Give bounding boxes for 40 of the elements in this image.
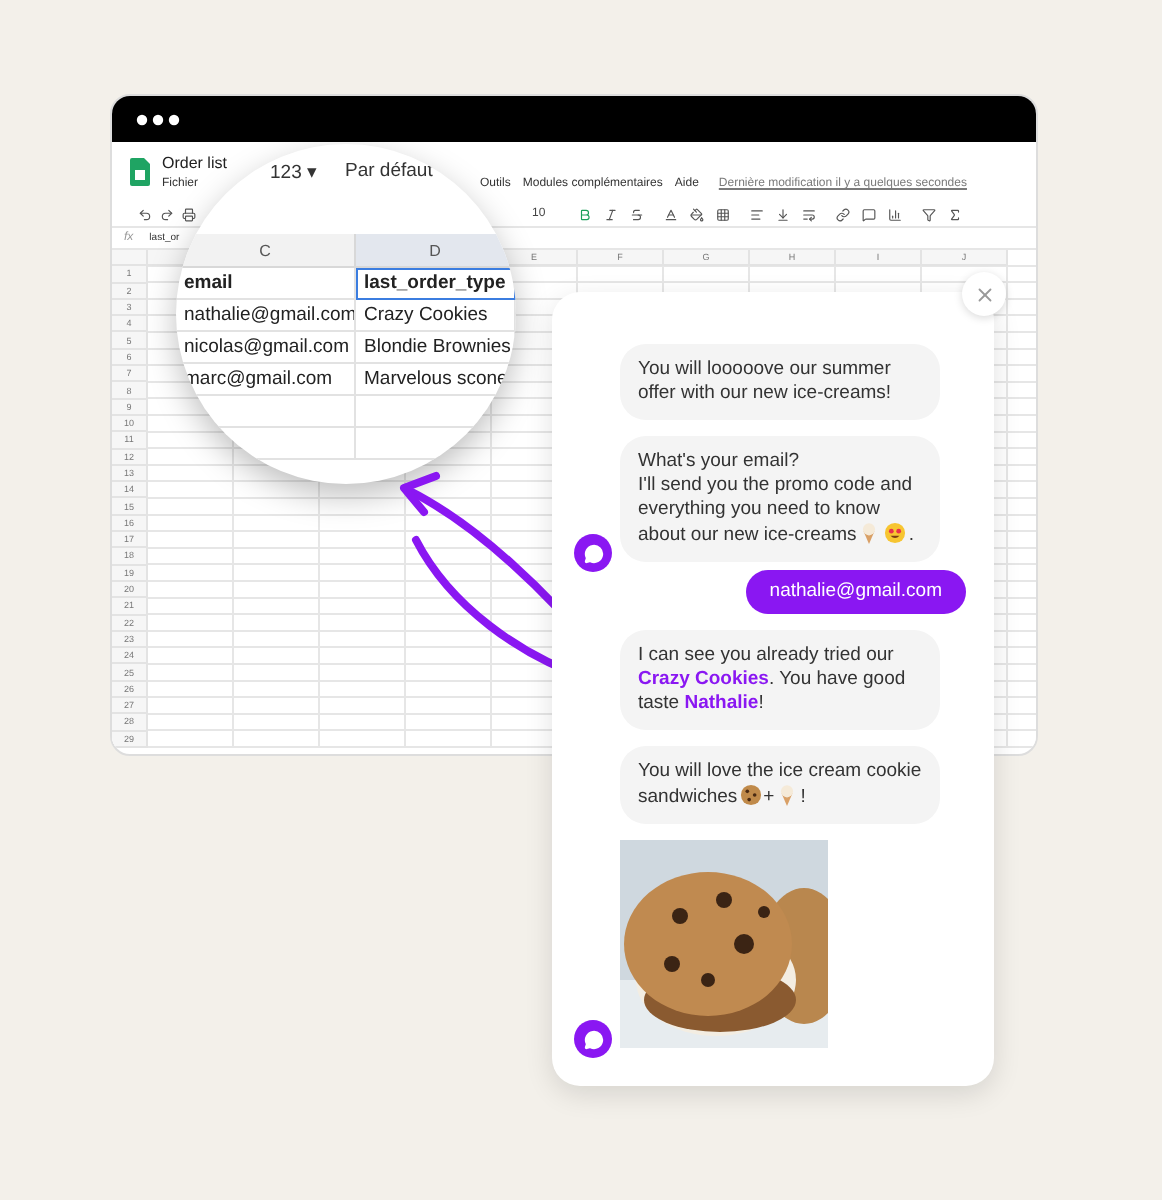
table-cell: last_order_type	[356, 268, 516, 300]
text-color-icon[interactable]	[663, 207, 678, 221]
bold-icon[interactable]	[577, 207, 592, 221]
bot-message: You will love the ice cream cookie sandwiches + !	[620, 746, 940, 824]
table-cell: Crazy Cookies	[356, 300, 516, 332]
align-bottom-icon[interactable]	[775, 207, 790, 221]
bot-message: I can see you already tried our Crazy Cookies. You have good taste Nathalie!	[620, 630, 940, 730]
chat-avatar-icon	[574, 1020, 612, 1058]
cookie-icon	[739, 784, 762, 806]
font-button[interactable]: Par défaut	[345, 160, 433, 182]
italic-icon[interactable]	[603, 207, 618, 221]
bot-message: What's your email? I'll send you the promo code and everything you need to know about our new ice-creams .	[620, 436, 940, 562]
link-icon[interactable]	[835, 207, 850, 221]
filter-icon[interactable]	[921, 207, 936, 221]
user-message: nathalie@gmail.com	[745, 570, 966, 614]
window-dots-icon	[136, 113, 180, 125]
close-icon	[973, 283, 995, 305]
redo-icon[interactable]	[160, 207, 174, 221]
table-cell: nicolas@gmail.com	[176, 332, 356, 364]
table-cell: marc@gmail.com	[176, 364, 356, 396]
sheets-icon	[130, 158, 150, 186]
chat-avatar-icon	[574, 534, 612, 572]
print-icon[interactable]	[182, 207, 196, 221]
chart-icon[interactable]	[887, 207, 902, 221]
ice-cream-icon	[858, 522, 881, 544]
number-format-button[interactable]: 123 ▾	[270, 160, 317, 184]
wrap-text-icon[interactable]	[801, 207, 816, 221]
paint-bucket-icon[interactable]	[689, 207, 704, 221]
borders-icon[interactable]	[715, 207, 730, 221]
smiley-icon	[884, 522, 907, 544]
ice-cream-icon	[776, 784, 799, 806]
bot-message: You will looooove our summer offer with our new ice-creams!	[620, 344, 940, 420]
align-left-icon[interactable]	[749, 207, 764, 221]
table-cell: Blondie Brownies	[356, 332, 516, 364]
sigma-icon[interactable]	[947, 207, 962, 221]
document-title: Order list	[162, 154, 227, 172]
comment-icon[interactable]	[861, 207, 876, 221]
table-cell: email	[176, 268, 356, 300]
strikethrough-icon[interactable]	[629, 207, 644, 221]
undo-icon[interactable]	[138, 207, 152, 221]
